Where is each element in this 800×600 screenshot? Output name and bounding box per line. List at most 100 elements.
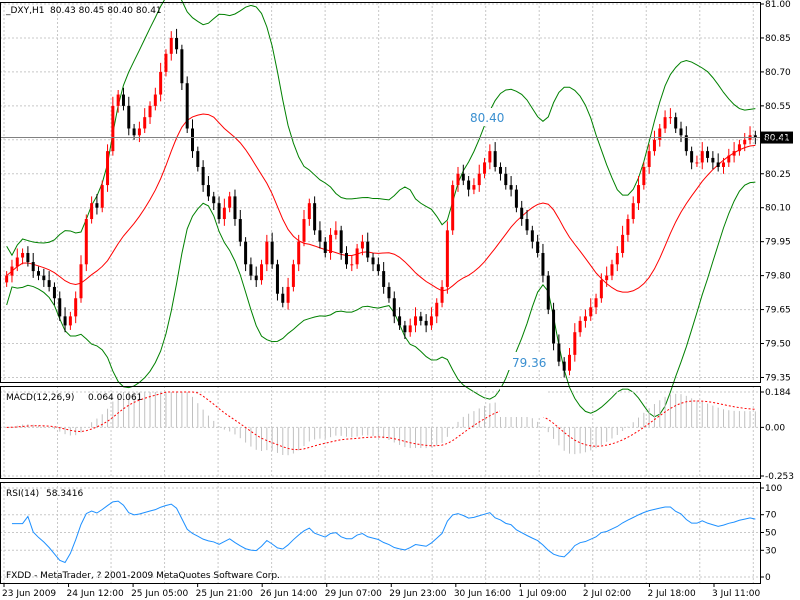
candle-body (313, 203, 317, 231)
candle-body (228, 196, 232, 208)
candle-body (58, 298, 62, 317)
candle-body (461, 173, 465, 181)
candle-body (493, 151, 497, 167)
candle-body (509, 185, 513, 190)
candle-body (536, 241, 540, 253)
candle-body (440, 286, 444, 303)
price-tick-label: 80.85 (765, 34, 791, 44)
price-tick-label: 79.50 (765, 340, 791, 350)
candle-body (74, 298, 78, 317)
candle-body (191, 128, 194, 152)
candle-body (631, 203, 635, 220)
candle-body (403, 325, 407, 333)
macd-tick-label: 0.184 (765, 388, 791, 398)
time-tick-label: 26 Jun 14:00 (260, 589, 317, 599)
candle-body (334, 230, 338, 235)
candle-body (222, 207, 226, 220)
price-tick-label: 80.40 (765, 136, 791, 146)
rsi-tick-label: 50 (765, 529, 777, 539)
price-tick-label: 80.55 (765, 102, 791, 112)
candle-body (398, 316, 402, 326)
candle-body (148, 105, 152, 118)
candle-body (79, 264, 83, 299)
price-tick-label: 79.95 (765, 238, 791, 248)
candle-body (695, 162, 699, 164)
chart-window[interactable]: 80.41 80.40 79.36 _DXY,H1 80.43 80.45 80… (0, 0, 800, 600)
candle-body (483, 162, 487, 174)
candle-body (583, 316, 587, 321)
candle-body (100, 185, 104, 208)
candle-body (387, 286, 391, 299)
candle-body (514, 189, 518, 208)
rsi-label: RSI(14) (6, 489, 39, 499)
candle-body (557, 343, 561, 362)
price-tick-label: 79.35 (765, 373, 791, 383)
candle-body (350, 264, 354, 266)
low-annotation: 79.36 (512, 356, 546, 370)
candle-body (323, 241, 327, 253)
candle-body (15, 257, 19, 267)
candle-body (732, 151, 736, 156)
candle-body (260, 264, 264, 281)
candle-body (127, 105, 131, 129)
candle-body (435, 302, 439, 317)
time-tick-label: 2 Jul 02:00 (583, 589, 632, 599)
candle-body (201, 166, 205, 186)
candle-body (281, 293, 285, 303)
candle-body (270, 241, 274, 265)
candle-body (737, 144, 741, 152)
candle-body (647, 151, 651, 167)
candle-body (727, 155, 731, 163)
macd-values: 0.064 0.061 (88, 393, 142, 403)
candle-body (111, 105, 115, 152)
candle-body (626, 219, 630, 235)
candle-body (329, 234, 333, 253)
candle-body (175, 37, 179, 50)
candle-body (5, 275, 9, 283)
candle-body (451, 185, 455, 231)
time-tick-label: 25 Jun 21:00 (196, 589, 253, 599)
candle-body (445, 230, 449, 287)
candle-body (700, 151, 704, 163)
candle-body (525, 219, 529, 231)
candle-body (244, 241, 248, 265)
macd-tick-label: 0.00 (765, 423, 785, 433)
candle-body (568, 354, 571, 371)
candle-body (721, 162, 725, 167)
candle-body (599, 280, 603, 299)
candle-body (408, 325, 412, 333)
time-tick-label: 24 Jun 12:00 (67, 589, 124, 599)
candle-body (424, 320, 428, 326)
candle-body (185, 83, 189, 129)
candle-body (668, 117, 672, 119)
rsi-tick-label: 30 (765, 546, 777, 556)
candle-body (594, 298, 598, 308)
candle-body (658, 128, 662, 140)
candle-body (467, 180, 471, 190)
candle-body (10, 266, 14, 276)
candle-body (642, 166, 646, 186)
candle-body (637, 185, 641, 204)
candle-body (589, 307, 593, 317)
candle-body (307, 203, 311, 220)
time-tick-label: 30 Jun 16:00 (454, 589, 511, 599)
candle-body (711, 157, 715, 163)
price-tick-label: 79.65 (765, 306, 791, 316)
candle-body (366, 241, 370, 258)
macd-label: MACD(12,26,9) (6, 393, 74, 403)
candle-body (477, 173, 481, 186)
macd-tick-label: -0.253 (765, 472, 794, 482)
candle-body (265, 241, 269, 265)
candle-body (180, 49, 184, 84)
candle-body (286, 286, 290, 303)
rsi-tick-label: 100 (765, 484, 782, 494)
candle-body (302, 219, 306, 242)
time-tick-label: 3 Jul 11:00 (712, 589, 761, 599)
candle-body (212, 196, 216, 204)
candle-body (371, 257, 375, 265)
candle-body (552, 309, 556, 344)
rsi-value: 58.3416 (46, 489, 83, 499)
candle-body (116, 94, 120, 106)
candle-body (690, 151, 694, 163)
rsi-tick-label: 0 (765, 573, 771, 583)
